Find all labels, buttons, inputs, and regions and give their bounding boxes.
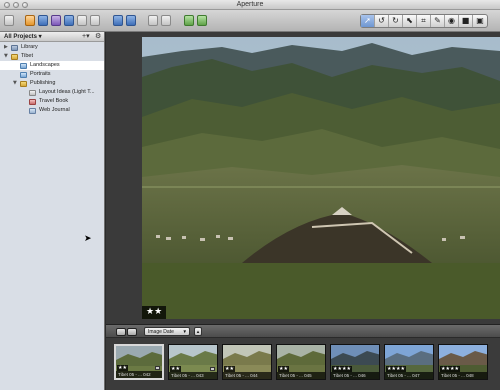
thumbnail-caption: Tibet 05 - ... 047 bbox=[385, 372, 433, 379]
rating-badge[interactable]: ★★ bbox=[142, 306, 167, 319]
chevron-down-icon: ▼ bbox=[182, 329, 187, 334]
sidebar-item-label: Layout Ideas (Light T... bbox=[39, 89, 95, 95]
sidebar-item-tibet[interactable]: ▼ Tibet bbox=[0, 52, 104, 61]
email-icon[interactable] bbox=[197, 15, 207, 26]
stack-icon[interactable] bbox=[161, 15, 171, 26]
new-light-table-icon[interactable] bbox=[77, 15, 87, 26]
patch-tool-icon[interactable]: ■ bbox=[459, 15, 473, 27]
crop-tool-icon[interactable]: ⌗ bbox=[417, 15, 431, 27]
thumbnail-caption: Tibet 05 - ... 043 bbox=[169, 372, 217, 379]
web-journal-icon bbox=[29, 107, 36, 114]
projects-header: All Projects ▾ +▾ ⚙ bbox=[0, 32, 104, 42]
viewer-mode-icon[interactable] bbox=[113, 15, 123, 26]
sidebar-item-publishing[interactable]: ▼ Publishing bbox=[0, 79, 104, 88]
selection-tool-icon[interactable]: ➚ bbox=[361, 15, 375, 27]
loupe-icon[interactable] bbox=[184, 15, 194, 26]
sort-direction-button[interactable]: ▴ bbox=[194, 327, 202, 336]
lift-tool-icon[interactable]: ⬉ bbox=[403, 15, 417, 27]
sidebar-item-web-journal[interactable]: Web Journal bbox=[0, 106, 104, 115]
sort-dropdown[interactable]: Image Date ▼ bbox=[144, 327, 190, 336]
thumbnail-caption: Tibet 05 - ... 044 bbox=[223, 372, 271, 379]
sidebar-item-portraits[interactable]: Portraits bbox=[0, 70, 104, 79]
thumbnail-caption: Tibet 05 - ... 045 bbox=[277, 372, 325, 379]
sidebar-item-label: Landscapes bbox=[30, 62, 60, 68]
sidebar-item-label: Travel Book bbox=[39, 98, 69, 104]
sidebar-item-label: Web Journal bbox=[39, 107, 70, 113]
straighten-tool-icon[interactable]: ↻ bbox=[389, 15, 403, 27]
new-smart-album-icon[interactable] bbox=[64, 15, 74, 26]
new-album-icon[interactable] bbox=[51, 15, 61, 26]
new-folder-icon[interactable] bbox=[25, 15, 35, 26]
grid-view-icon[interactable] bbox=[127, 328, 137, 336]
library-icon bbox=[11, 44, 18, 51]
sort-dropdown-value: Image Date bbox=[148, 329, 174, 335]
rotate-icon[interactable] bbox=[148, 15, 158, 26]
mouse-pointer-icon: ➤ bbox=[84, 234, 92, 244]
disclosure-triangle-icon[interactable]: ▼ bbox=[13, 79, 17, 88]
browser-mode-icon[interactable] bbox=[126, 15, 136, 26]
project-icon bbox=[20, 71, 27, 78]
disclosure-triangle-icon[interactable]: ▶ bbox=[4, 43, 8, 52]
thumbnail[interactable]: ★★ Tibet 05 - ... 044 bbox=[222, 344, 272, 380]
stamp-tool-icon[interactable]: ▣ bbox=[473, 15, 487, 27]
import-icon[interactable] bbox=[4, 15, 14, 26]
gear-icon[interactable]: ⚙ bbox=[95, 32, 101, 40]
project-icon bbox=[20, 62, 27, 69]
main-photo[interactable]: ★★ bbox=[142, 37, 500, 319]
add-icon[interactable]: +▾ bbox=[82, 32, 90, 40]
rotate-tool-icon[interactable]: ↺ bbox=[375, 15, 389, 27]
redeye-tool-icon[interactable]: ◉ bbox=[445, 15, 459, 27]
thumbnail[interactable]: ★★★★ Tibet 05 - ... 047 bbox=[384, 344, 434, 380]
new-project-icon[interactable] bbox=[38, 15, 48, 26]
sidebar-item-landscapes[interactable]: Landscapes bbox=[0, 61, 104, 70]
thumbnail[interactable]: ★★ Tibet 05 - ... 045 bbox=[276, 344, 326, 380]
title-bar: Aperture bbox=[0, 0, 500, 10]
thumbnail[interactable]: ★★★★ Tibet 05 - ... 046 bbox=[330, 344, 380, 380]
thumbnail-caption: Tibet 05 - ... 042 bbox=[116, 371, 162, 378]
sidebar-item-label: Tibet bbox=[21, 53, 34, 59]
viewer: ★★ bbox=[106, 32, 500, 324]
retouch-tool-icon[interactable]: ✎ bbox=[431, 15, 445, 27]
book-icon bbox=[29, 98, 36, 105]
projects-menu[interactable]: All Projects ▾ bbox=[4, 33, 42, 40]
version-badge-icon bbox=[155, 366, 160, 370]
sidebar-item-label: Library bbox=[21, 44, 38, 50]
sidebar-item-library[interactable]: ▶ Library bbox=[0, 43, 104, 52]
version-badge-icon bbox=[210, 367, 215, 371]
tool-strip: ➚ ↺ ↻ ⬉ ⌗ ✎ ◉ ■ ▣ bbox=[360, 14, 488, 28]
folder-icon bbox=[11, 53, 18, 60]
browser-control-bar: Image Date ▼ ▴ bbox=[106, 324, 500, 338]
new-book-icon[interactable] bbox=[90, 15, 100, 26]
window-title: Aperture bbox=[236, 1, 264, 8]
toolbar: ➚ ↺ ↻ ⬉ ⌗ ✎ ◉ ■ ▣ bbox=[0, 10, 500, 32]
thumbnail-caption: Tibet 05 - ... 046 bbox=[331, 372, 379, 379]
thumbnail[interactable]: ★★ Tibet 05 - ... 043 bbox=[168, 344, 218, 380]
thumbnail[interactable]: ★★ Tibet 05 - ... 042 bbox=[114, 344, 164, 380]
sidebar-item-layout-ideas[interactable]: Layout Ideas (Light T... bbox=[0, 88, 104, 97]
light-table-icon bbox=[29, 89, 36, 96]
thumbnail-caption: Tibet 05 - ... 048 bbox=[439, 372, 487, 379]
projects-panel: All Projects ▾ +▾ ⚙ ▶ Library ▼ Tibet La… bbox=[0, 32, 105, 390]
filmstrip: ★★ Tibet 05 - ... 042 ★★ Tibet 05 - ... 043… bbox=[106, 338, 500, 390]
folder-icon bbox=[20, 80, 27, 87]
filmstrip-view-icon[interactable] bbox=[116, 328, 126, 336]
thumbnail[interactable]: ★★★★ Tibet 05 - ... 048 bbox=[438, 344, 488, 380]
disclosure-triangle-icon[interactable]: ▼ bbox=[4, 52, 8, 61]
sidebar-item-label: Publishing bbox=[30, 80, 56, 86]
sidebar-item-label: Portraits bbox=[30, 71, 51, 77]
sidebar-item-travel-book[interactable]: Travel Book bbox=[0, 97, 104, 106]
